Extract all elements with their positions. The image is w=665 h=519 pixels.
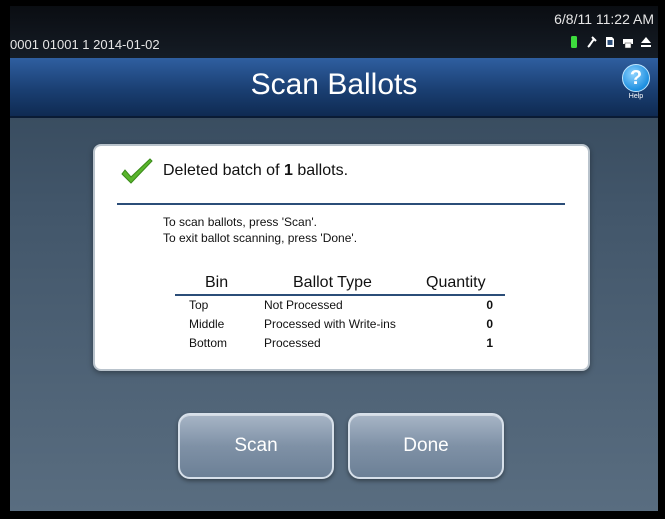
status-dialog: Deleted batch of 1 ballots. To scan ball…: [93, 144, 590, 371]
instruction-line: To scan ballots, press 'Scan'.: [163, 215, 317, 229]
clock: 6/8/11 11:22 AM: [554, 11, 654, 27]
instruction-line: To exit ballot scanning, press 'Done'.: [163, 231, 358, 245]
plug-icon: [587, 36, 597, 48]
bin-table: Bin Ballot Type Quantity Top Not Process…: [175, 274, 505, 355]
divider: [117, 203, 565, 205]
precinct-date: 0001 01001 1 2014-01-02: [10, 37, 160, 52]
status-message: Deleted batch of 1 ballots.: [163, 162, 349, 179]
screen: 0001 01001 1 2014-01-02 6/8/11 11:22 AM …: [10, 6, 658, 511]
checkmark-icon: [121, 158, 153, 184]
scan-button[interactable]: Scan: [178, 413, 334, 479]
instructions: To scan ballots, press 'Scan'. To exit b…: [163, 214, 357, 246]
col-quantity: Quantity: [426, 274, 486, 291]
help-button[interactable]: ? Help: [622, 64, 650, 100]
eject-icon: [641, 37, 651, 47]
col-bin: Bin: [205, 274, 229, 291]
table-row: Bottom Processed 1: [189, 336, 493, 350]
deleted-count: 1: [283, 162, 293, 179]
table-header: Bin Ballot Type Quantity: [175, 274, 505, 296]
memory-card-icon: [606, 37, 614, 47]
battery-icon: [571, 36, 577, 48]
help-icon: ?: [622, 64, 650, 92]
col-ballot-type: Ballot Type: [293, 274, 372, 291]
printer-icon: [623, 39, 633, 49]
table-row: Top Not Processed 0: [189, 298, 493, 312]
title-bar: Scan Ballots ? Help: [10, 58, 658, 118]
done-button[interactable]: Done: [348, 413, 504, 479]
status-icons: [568, 35, 652, 49]
status-bar: 0001 01001 1 2014-01-02 6/8/11 11:22 AM: [10, 6, 658, 58]
table-row: Middle Processed with Write-ins 0: [189, 317, 493, 331]
page-title: Scan Ballots: [250, 68, 418, 101]
help-label: Help: [628, 93, 644, 100]
